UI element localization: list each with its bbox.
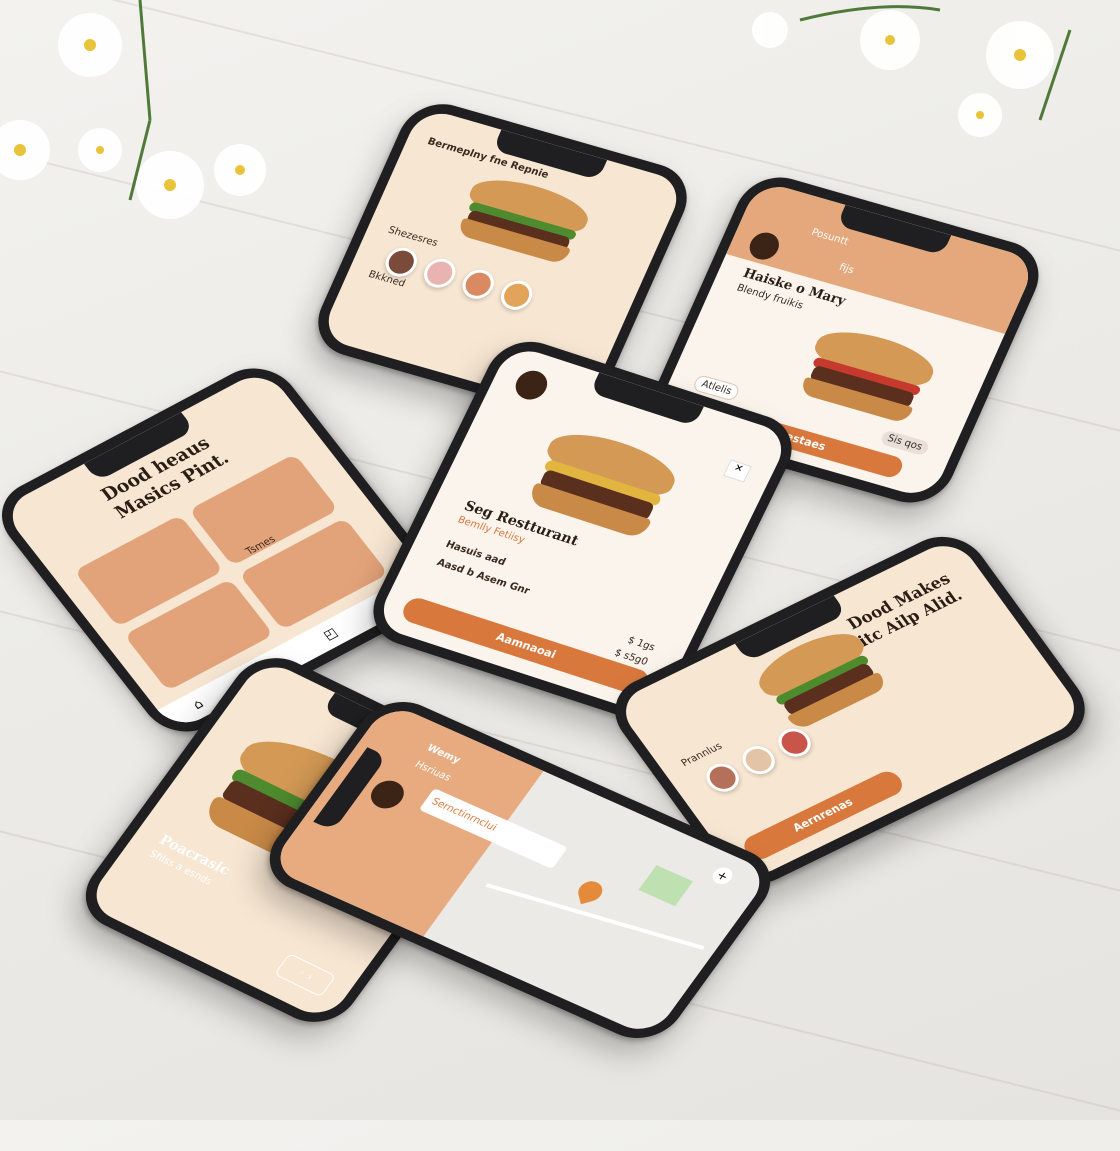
flowers-top-right xyxy=(752,5,1072,137)
section-label: Shezesres xyxy=(386,224,440,249)
primary-button[interactable]: Aernrenas xyxy=(738,767,908,864)
menu-thumb[interactable] xyxy=(736,741,782,780)
flowers-top-left xyxy=(0,0,266,219)
close-icon[interactable]: ✕ xyxy=(722,459,752,483)
add-icon[interactable]: + xyxy=(708,864,737,887)
primary-button[interactable]: Aamnaoai xyxy=(398,594,653,698)
menu-thumb[interactable] xyxy=(700,758,746,797)
map-pin-icon[interactable] xyxy=(576,878,605,905)
burger-image xyxy=(793,322,942,429)
ingredient-thumb[interactable] xyxy=(419,255,461,292)
ingredient-thumb[interactable] xyxy=(457,266,499,303)
small-button[interactable]: Sis qos xyxy=(878,429,931,457)
home-icon[interactable]: ⌂ xyxy=(190,696,207,712)
bag-icon[interactable]: ◰ xyxy=(320,625,340,643)
logo xyxy=(510,366,553,404)
menu-row: Aasd b Asem Gnr xyxy=(434,557,532,597)
ingredient-thumb[interactable] xyxy=(496,277,538,314)
screen-gallery: Dood heaus Masics Pint. Tsmes ⌂ ▦ ◰ ◱ xyxy=(0,367,440,733)
map-park xyxy=(638,865,694,907)
price: $ 1gs xyxy=(625,634,657,654)
hero-action-button[interactable]: ◦ › xyxy=(274,953,337,998)
burger-image xyxy=(451,170,596,268)
phone-middle-left: Dood heaus Masics Pint. Tsmes ⌂ ▦ ◰ ◱ xyxy=(0,354,456,746)
